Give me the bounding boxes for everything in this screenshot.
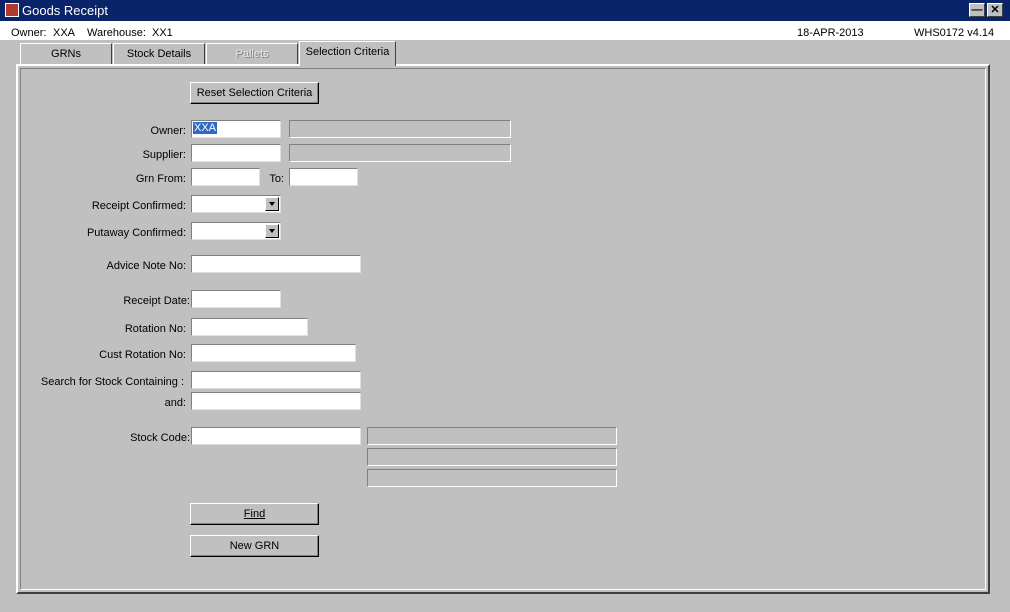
close-icon: ✕ (990, 4, 1000, 16)
grn-from-label: Grn From: (135, 173, 186, 185)
receipt-confirmed-select[interactable] (191, 195, 281, 213)
grn-to-input[interactable] (289, 168, 358, 186)
search-stock-input[interactable] (191, 371, 361, 389)
owner-description-field (289, 120, 511, 138)
receipt-date-input[interactable] (191, 290, 281, 308)
owner-value: XXA (53, 27, 76, 39)
new-grn-button[interactable]: New GRN (190, 535, 319, 557)
close-button[interactable]: ✕ (987, 3, 1003, 17)
tab-stock-details[interactable]: Stock Details (113, 43, 205, 64)
info-bar: Owner: XXA Warehouse: XX1 18-APR-2013 WH… (0, 21, 1010, 40)
supplier-description-field (289, 144, 511, 162)
warehouse-value: XX1 (152, 27, 173, 39)
advice-note-input[interactable] (191, 255, 361, 273)
app-icon (5, 3, 19, 17)
title-bar: Goods Receipt — ✕ (0, 0, 1010, 21)
receipt-confirmed-label: Receipt Confirmed: (91, 200, 186, 212)
rotation-no-input[interactable] (191, 318, 308, 336)
search-stock-label: Search for Stock Containing : (40, 376, 184, 388)
new-grn-button-label: New GRN (229, 539, 280, 552)
chevron-down-icon[interactable] (265, 224, 279, 238)
date-display: 18-APR-2013 (797, 27, 864, 39)
stock-code-input[interactable] (191, 427, 361, 445)
grn-to-label: To: (269, 173, 284, 185)
cust-rotation-no-label: Cust Rotation No: (99, 349, 186, 361)
tab-pallets: Pallets (206, 43, 298, 64)
and-label: and: (164, 397, 186, 409)
tab-selection-criteria[interactable]: Selection Criteria (299, 41, 396, 66)
owner-input[interactable]: XXA (191, 120, 281, 138)
warehouse-label: Warehouse: (87, 27, 146, 39)
stock-description-line-2 (367, 448, 617, 466)
find-button-label: Find (243, 507, 266, 520)
minimize-button[interactable]: — (969, 3, 985, 17)
putaway-confirmed-label: Putaway Confirmed: (86, 227, 186, 239)
rotation-no-label: Rotation No: (124, 323, 186, 335)
stock-description-line-1 (367, 427, 617, 445)
stock-code-label: Stock Code: (130, 432, 190, 444)
stock-description-line-3 (367, 469, 617, 487)
advice-note-label: Advice Note No: (106, 260, 186, 272)
owner-input-value: XXA (193, 122, 218, 134)
receipt-date-label: Receipt Date: (123, 295, 190, 307)
supplier-field-label: Supplier: (142, 149, 186, 161)
chevron-down-icon[interactable] (265, 197, 279, 211)
grn-from-input[interactable] (191, 168, 260, 186)
program-version: WHS0172 v4.14 (914, 27, 995, 39)
putaway-confirmed-select[interactable] (191, 222, 281, 240)
supplier-input[interactable] (191, 144, 281, 162)
owner-label: Owner: (11, 27, 47, 39)
find-button[interactable]: Find (190, 503, 319, 525)
owner-field-label: Owner: (150, 125, 186, 137)
cust-rotation-no-input[interactable] (191, 344, 356, 362)
window-title: Goods Receipt (22, 3, 108, 18)
minimize-icon: — (971, 4, 983, 16)
tab-grns[interactable]: GRNs (20, 43, 112, 64)
reset-selection-criteria-button[interactable]: Reset Selection Criteria (190, 82, 319, 104)
search-stock-and-input[interactable] (191, 392, 361, 410)
